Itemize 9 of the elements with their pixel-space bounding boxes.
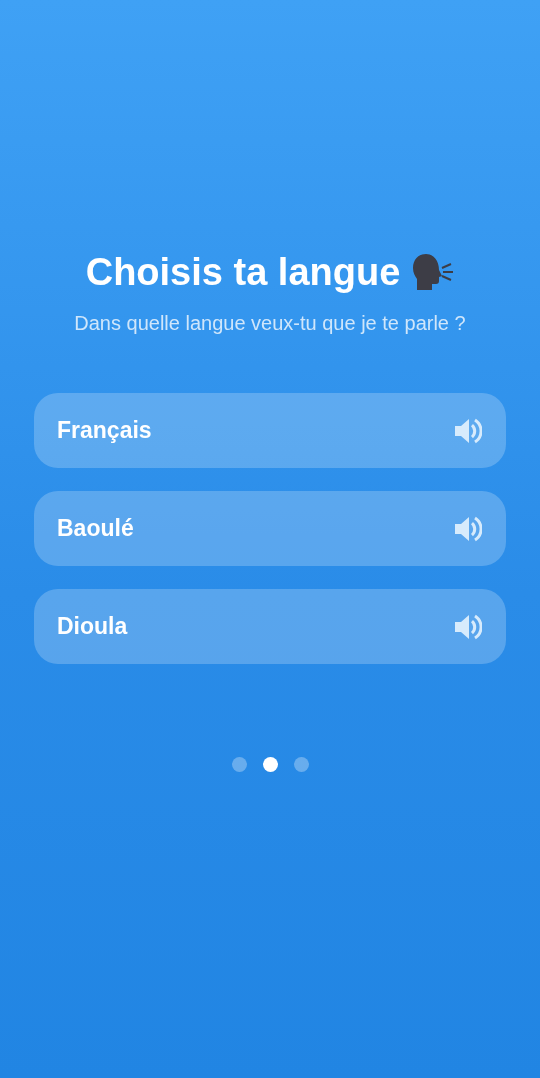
subtitle: Dans quelle langue veux-tu que je te parle ? [74, 311, 466, 336]
language-option[interactable]: Baoulé [34, 491, 506, 566]
language-option[interactable]: Dioula [34, 589, 506, 664]
speaker-icon[interactable] [452, 514, 482, 543]
screen-title: Choisis ta langue [85, 250, 401, 295]
speaker-icon[interactable] [452, 416, 482, 445]
language-option[interactable]: Français [34, 393, 506, 468]
speaker-icon[interactable] [452, 612, 482, 641]
speaking-head-icon [410, 252, 455, 292]
